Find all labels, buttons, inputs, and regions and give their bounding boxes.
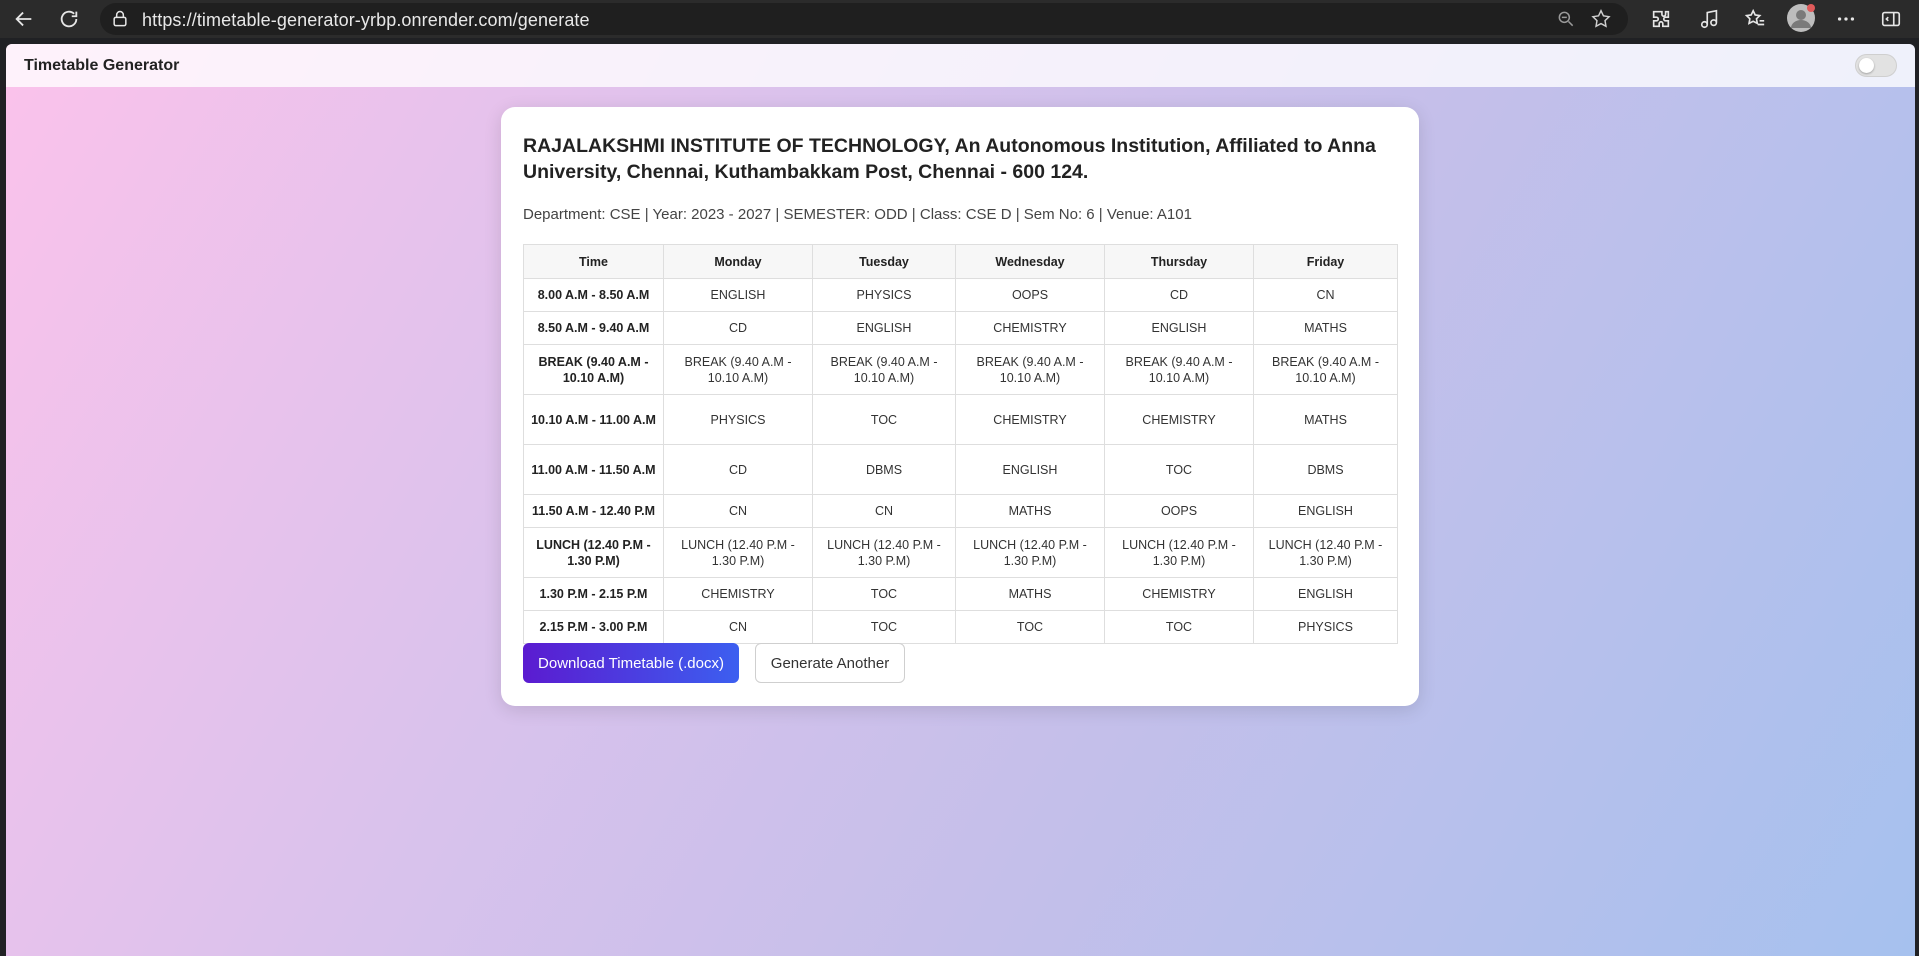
time-cell: LUNCH (12.40 P.M - 1.30 P.M) <box>523 527 664 578</box>
sidebar-toggle-icon[interactable] <box>1878 6 1904 32</box>
table-header-row: Time Monday Tuesday Wednesday Thursday F… <box>523 244 1398 279</box>
subject-cell: CD <box>1104 278 1254 312</box>
reload-icon[interactable] <box>55 5 83 33</box>
extensions-icon[interactable] <box>1648 6 1674 32</box>
subject-cell: CN <box>663 610 813 644</box>
media-control-icon[interactable] <box>1697 6 1723 32</box>
address-bar[interactable]: https://timetable-generator-yrbp.onrende… <box>100 3 1628 35</box>
subject-cell: MATHS <box>955 577 1105 611</box>
time-cell: 1.30 P.M - 2.15 P.M <box>523 577 664 611</box>
institution-title: RAJALAKSHMI INSTITUTE OF TECHNOLOGY, An … <box>523 135 1376 183</box>
subject-cell: MATHS <box>955 494 1105 528</box>
subject-cell: PHYSICS <box>1253 610 1398 644</box>
time-cell: BREAK (9.40 A.M - 10.10 A.M) <box>523 344 664 395</box>
subject-cell: CD <box>663 311 813 345</box>
column-header: Wednesday <box>955 244 1105 279</box>
column-header: Thursday <box>1104 244 1254 279</box>
more-options-icon[interactable] <box>1833 6 1859 32</box>
time-cell: 10.10 A.M - 11.00 A.M <box>523 394 664 445</box>
subject-cell: ENGLISH <box>663 278 813 312</box>
subject-cell: LUNCH (12.40 P.M - 1.30 P.M) <box>1104 527 1254 578</box>
timetable-card: RAJALAKSHMI INSTITUTE OF TECHNOLOGY, An … <box>501 107 1419 706</box>
table-row: 1.30 P.M - 2.15 P.M CHEMISTRY TOC MATHS … <box>523 577 1398 611</box>
theme-toggle[interactable] <box>1855 54 1897 77</box>
subject-cell: CHEMISTRY <box>955 394 1105 445</box>
download-timetable-button[interactable]: Download Timetable (.docx) <box>523 643 739 683</box>
profile-avatar[interactable] <box>1786 3 1816 33</box>
subject-cell: TOC <box>812 610 956 644</box>
subject-cell: ENGLISH <box>955 444 1105 495</box>
favorites-icon[interactable] <box>1742 6 1768 32</box>
app-title: Timetable Generator <box>24 57 180 74</box>
subject-cell: CHEMISTRY <box>1104 577 1254 611</box>
column-header: Friday <box>1253 244 1398 279</box>
subject-cell: TOC <box>812 394 956 445</box>
table-row: 11.50 A.M - 12.40 P.M CN CN MATHS OOPS E… <box>523 494 1398 528</box>
generate-another-button[interactable]: Generate Another <box>755 643 905 683</box>
subject-cell: MATHS <box>1253 311 1398 345</box>
table-row: 11.00 A.M - 11.50 A.M CD DBMS ENGLISH TO… <box>523 444 1398 495</box>
url-text[interactable]: https://timetable-generator-yrbp.onrende… <box>142 10 590 31</box>
back-icon[interactable] <box>10 5 38 33</box>
subject-cell: TOC <box>955 610 1105 644</box>
subject-cell: BREAK (9.40 A.M - 10.10 A.M) <box>955 344 1105 395</box>
table-row: LUNCH (12.40 P.M - 1.30 P.M) LUNCH (12.4… <box>523 527 1398 578</box>
subject-cell: LUNCH (12.40 P.M - 1.30 P.M) <box>663 527 813 578</box>
subject-cell: ENGLISH <box>1253 577 1398 611</box>
subject-cell: BREAK (9.40 A.M - 10.10 A.M) <box>1104 344 1254 395</box>
subject-cell: LUNCH (12.40 P.M - 1.30 P.M) <box>812 527 956 578</box>
table-row: 10.10 A.M - 11.00 A.M PHYSICS TOC CHEMIS… <box>523 394 1398 445</box>
subject-cell: PHYSICS <box>663 394 813 445</box>
subject-cell: ENGLISH <box>1104 311 1254 345</box>
subject-cell: LUNCH (12.40 P.M - 1.30 P.M) <box>955 527 1105 578</box>
table-row: 8.00 A.M - 8.50 A.M ENGLISH PHYSICS OOPS… <box>523 278 1398 312</box>
subject-cell: CHEMISTRY <box>663 577 813 611</box>
table-row: BREAK (9.40 A.M - 10.10 A.M) BREAK (9.40… <box>523 344 1398 395</box>
subject-cell: CD <box>663 444 813 495</box>
table-row: 2.15 P.M - 3.00 P.M CN TOC TOC TOC PHYSI… <box>523 610 1398 644</box>
subject-cell: MATHS <box>1253 394 1398 445</box>
subject-cell: PHYSICS <box>812 278 956 312</box>
time-cell: 11.50 A.M - 12.40 P.M <box>523 494 664 528</box>
subject-cell: TOC <box>1104 610 1254 644</box>
browser-toolbar: https://timetable-generator-yrbp.onrende… <box>0 0 1919 38</box>
time-cell: 11.00 A.M - 11.50 A.M <box>523 444 664 495</box>
subject-cell: DBMS <box>1253 444 1398 495</box>
subject-cell: LUNCH (12.40 P.M - 1.30 P.M) <box>1253 527 1398 578</box>
column-header: Tuesday <box>812 244 956 279</box>
subject-cell: ENGLISH <box>812 311 956 345</box>
subject-cell: OOPS <box>955 278 1105 312</box>
table-row: 8.50 A.M - 9.40 A.M CD ENGLISH CHEMISTRY… <box>523 311 1398 345</box>
zoom-out-icon[interactable] <box>1556 9 1576 29</box>
column-header: Monday <box>663 244 813 279</box>
time-cell: 8.00 A.M - 8.50 A.M <box>523 278 664 312</box>
lock-icon <box>113 10 127 27</box>
subject-cell: CHEMISTRY <box>955 311 1105 345</box>
timetable-table: Time Monday Tuesday Wednesday Thursday F… <box>523 244 1398 644</box>
subject-cell: CN <box>663 494 813 528</box>
app-header: Timetable Generator <box>6 44 1915 87</box>
subject-cell: TOC <box>1104 444 1254 495</box>
subject-cell: OOPS <box>1104 494 1254 528</box>
time-cell: 8.50 A.M - 9.40 A.M <box>523 311 664 345</box>
subject-cell: BREAK (9.40 A.M - 10.10 A.M) <box>812 344 956 395</box>
class-meta: Department: CSE | Year: 2023 - 2027 | SE… <box>523 206 1192 223</box>
subject-cell: BREAK (9.40 A.M - 10.10 A.M) <box>1253 344 1398 395</box>
subject-cell: ENGLISH <box>1253 494 1398 528</box>
subject-cell: CHEMISTRY <box>1104 394 1254 445</box>
time-cell: 2.15 P.M - 3.00 P.M <box>523 610 664 644</box>
subject-cell: BREAK (9.40 A.M - 10.10 A.M) <box>663 344 813 395</box>
page-viewport: Timetable Generator RAJALAKSHMI INSTITUT… <box>6 44 1915 956</box>
subject-cell: TOC <box>812 577 956 611</box>
toggle-knob <box>1859 58 1874 73</box>
subject-cell: DBMS <box>812 444 956 495</box>
column-header: Time <box>523 244 664 279</box>
favorite-star-icon[interactable] <box>1590 8 1612 30</box>
subject-cell: CN <box>1253 278 1398 312</box>
subject-cell: CN <box>812 494 956 528</box>
